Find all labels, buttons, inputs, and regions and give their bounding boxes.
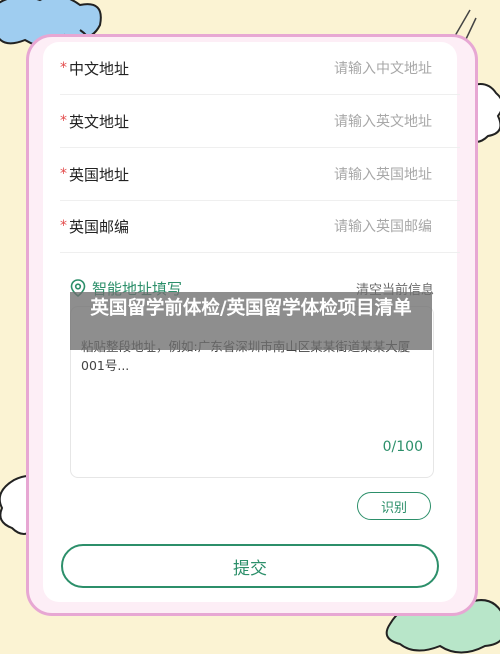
field-row-chinese-address[interactable]: * 中文地址 请输入中文地址 — [60, 42, 460, 95]
field-label-uk-postcode: 英国邮编 — [69, 217, 130, 236]
english-address-input[interactable]: 请输入英文地址 — [334, 111, 432, 131]
overlay-banner-title: 英国留学前体检/英国留学体检项目清单 — [70, 292, 432, 350]
field-row-uk-postcode[interactable]: * 英国邮编 请输入英国邮编 — [60, 200, 460, 253]
field-row-english-address[interactable]: * 英文地址 请输入英文地址 — [60, 95, 460, 148]
field-label-english-address: 英文地址 — [69, 112, 130, 131]
uk-address-input[interactable]: 请输入英国地址 — [334, 164, 432, 184]
field-label-uk-address: 英国地址 — [69, 165, 130, 184]
submit-button[interactable]: 提交 — [61, 544, 439, 588]
required-mark: * — [60, 113, 67, 129]
uk-postcode-input[interactable]: 请输入英国邮编 — [334, 216, 432, 236]
field-row-uk-address[interactable]: * 英国地址 请输入英国地址 — [60, 148, 460, 201]
char-counter: 0/100 — [382, 439, 423, 455]
required-mark: * — [60, 166, 67, 182]
field-label-chinese-address: 中文地址 — [69, 59, 130, 78]
recognize-button[interactable]: 识别 — [357, 492, 431, 520]
chinese-address-input[interactable]: 请输入中文地址 — [334, 58, 432, 78]
required-mark: * — [60, 60, 67, 76]
required-mark: * — [60, 218, 67, 234]
